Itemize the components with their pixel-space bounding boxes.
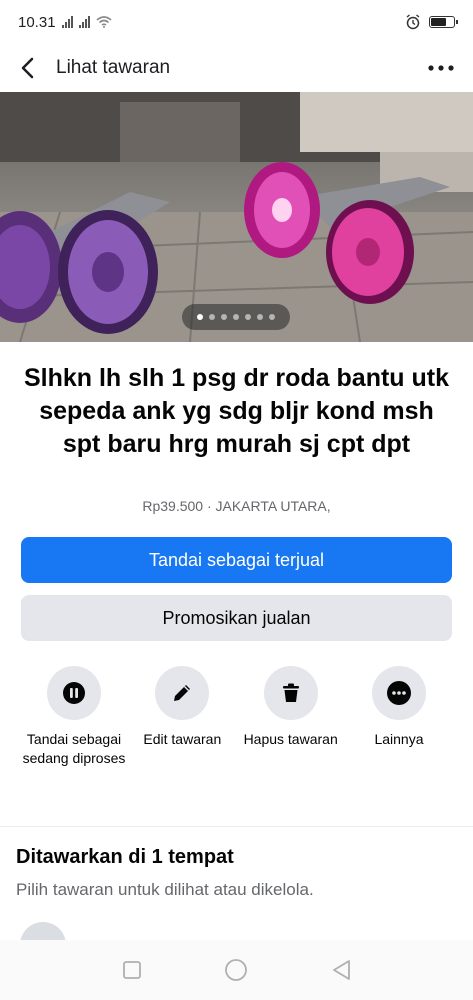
square-icon [123, 961, 142, 979]
chevron-left-icon [21, 57, 34, 79]
listing-title: Slhkn lh slh 1 psg dr roda bantu utk sep… [23, 364, 450, 458]
signal-icon-2 [78, 16, 90, 28]
system-nav-bar [0, 940, 473, 1000]
carousel-dot[interactable] [257, 314, 263, 320]
pencil-icon [174, 685, 191, 701]
listing-price-location: Rp39.500 · JAKARTA UTARA, [142, 498, 331, 514]
battery-icon [429, 16, 458, 28]
carousel-dot[interactable] [233, 314, 239, 320]
trash-icon [282, 683, 299, 702]
more-action[interactable]: Lainnya [345, 666, 453, 768]
back-nav-button[interactable] [321, 950, 361, 990]
mark-pending-label: Tandai sebagai sedang diproses [22, 731, 126, 766]
delete-listing-label: Hapus tawaran [243, 731, 338, 747]
circle-icon [225, 959, 248, 981]
recent-apps-button[interactable] [112, 950, 152, 990]
alarm-icon [406, 14, 420, 30]
carousel-dot[interactable] [197, 314, 203, 320]
mark-pending-action[interactable]: Tandai sebagai sedang diproses [20, 666, 128, 768]
app-header: Lihat tawaran [0, 44, 473, 92]
more-dots-icon [428, 65, 454, 71]
promote-listing-button[interactable]: Promosikan jualan [21, 595, 452, 641]
triangle-back-icon [332, 960, 350, 980]
offered-section-subtitle: Pilih tawaran untuk dilihat atau dikelol… [16, 880, 314, 899]
home-button[interactable] [216, 950, 256, 990]
carousel-dot[interactable] [245, 314, 251, 320]
more-options-button[interactable] [423, 54, 459, 82]
delete-listing-action[interactable]: Hapus tawaran [237, 666, 345, 768]
back-button[interactable] [0, 44, 56, 92]
mark-pending-circle [47, 666, 101, 720]
status-left: 10.31 [18, 14, 112, 31]
carousel-indicator[interactable] [182, 304, 290, 330]
carousel-dot[interactable] [269, 314, 275, 320]
pause-icon [63, 682, 85, 704]
edit-listing-action[interactable]: Edit tawaran [128, 666, 236, 768]
page-title: Lihat tawaran [56, 57, 171, 78]
delete-listing-circle [263, 666, 318, 720]
more-dots-icon [386, 681, 411, 705]
carousel-dot[interactable] [221, 314, 227, 320]
edit-listing-circle [155, 666, 210, 720]
mark-as-sold-button[interactable]: Tandai sebagai terjual [21, 537, 452, 583]
status-right [405, 14, 458, 30]
status-bar: 10.31 [0, 0, 473, 44]
clock: 10.31 [18, 13, 56, 31]
more-action-label: Lainnya [374, 731, 424, 747]
more-action-circle [371, 666, 426, 720]
carousel-dot[interactable] [209, 314, 215, 320]
edit-listing-label: Edit tawaran [143, 731, 222, 747]
listing-actions: Tandai sebagai sedang diproses Edit tawa… [20, 666, 453, 768]
signal-icon [61, 16, 73, 28]
section-divider [0, 826, 473, 836]
battery-fill [431, 18, 447, 26]
offered-section-title: Ditawarkan di 1 tempat [16, 846, 234, 868]
wifi-icon [96, 16, 112, 28]
